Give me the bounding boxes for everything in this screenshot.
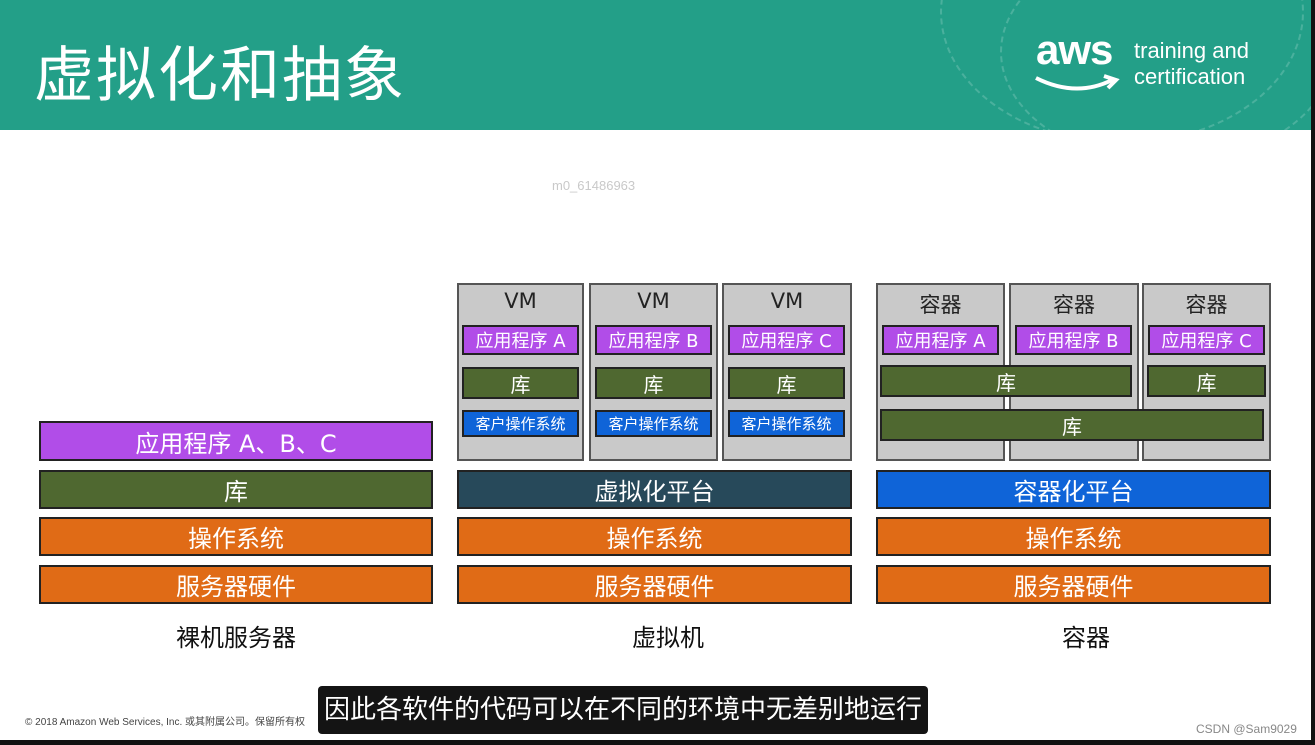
bare-metal-os-layer: 操作系统 bbox=[39, 517, 433, 556]
video-subtitle: 因此各软件的代码可以在不同的环境中无差别地运行 bbox=[318, 686, 929, 734]
vm-title: VM bbox=[504, 289, 537, 313]
bare-metal-hardware-layer: 服务器硬件 bbox=[39, 565, 433, 604]
aws-logo-caption: training and certification bbox=[1134, 38, 1249, 90]
vm-box: VM 应用程序 B 库 客户操作系统 bbox=[589, 283, 718, 461]
container-label: 容器 bbox=[1062, 624, 1110, 652]
vm-os-layer: 操作系统 bbox=[457, 517, 852, 556]
slide-title: 虚拟化和抽象 bbox=[34, 41, 406, 111]
container-app: 应用程序 B bbox=[1015, 325, 1132, 355]
vm-guest-os: 客户操作系统 bbox=[595, 410, 712, 437]
aws-smile-icon bbox=[1035, 74, 1120, 91]
bare-metal-app-layer: 应用程序 A、B、C bbox=[39, 421, 433, 461]
csdn-watermark: CSDN @Sam9029 bbox=[1196, 722, 1297, 736]
aws-logo-text: aws bbox=[1036, 26, 1113, 73]
container-app: 应用程序 C bbox=[1148, 325, 1265, 355]
containerization-platform-layer: 容器化平台 bbox=[876, 470, 1271, 509]
vm-library: 库 bbox=[595, 367, 712, 399]
virtualization-platform-layer: 虚拟化平台 bbox=[457, 470, 852, 509]
logo-line-1: training and bbox=[1134, 38, 1249, 63]
vm-library: 库 bbox=[728, 367, 845, 399]
logo-line-2: certification bbox=[1134, 64, 1246, 89]
vm-guest-os: 客户操作系统 bbox=[462, 410, 579, 437]
bare-metal-library-layer: 库 bbox=[39, 470, 433, 509]
vm-hardware-layer: 服务器硬件 bbox=[457, 565, 852, 604]
container-title: 容器 bbox=[1053, 293, 1095, 317]
vm-guest-os: 客户操作系统 bbox=[728, 410, 845, 437]
container-os-layer: 操作系统 bbox=[876, 517, 1271, 556]
container-library-c: 库 bbox=[1147, 365, 1266, 397]
container-title: 容器 bbox=[919, 293, 962, 317]
copyright-text: © 2018 Amazon Web Services, Inc. 或其附属公司。… bbox=[25, 717, 306, 728]
slide-header: 虚拟化和抽象 aws training and certification bbox=[0, 0, 1311, 130]
watermark: m0_61486963 bbox=[552, 178, 636, 193]
vm-app: 应用程序 A bbox=[462, 325, 579, 355]
frame-edge bbox=[1311, 0, 1315, 745]
vm-box: VM 应用程序 A 库 客户操作系统 bbox=[457, 283, 584, 461]
vm-library: 库 bbox=[462, 367, 579, 399]
container-shared-library: 库 bbox=[880, 409, 1264, 441]
container-app: 应用程序 A bbox=[882, 325, 999, 355]
vm-app: 应用程序 C bbox=[728, 325, 845, 355]
vm-title: VM bbox=[770, 289, 804, 313]
bare-metal-label: 裸机服务器 bbox=[176, 624, 296, 652]
vm-box: VM 应用程序 C 库 客户操作系统 bbox=[722, 283, 852, 461]
vm-title: VM bbox=[637, 289, 670, 313]
container-hardware-layer: 服务器硬件 bbox=[876, 565, 1271, 604]
container-shared-library-ab: 库 bbox=[880, 365, 1132, 397]
slide: 虚拟化和抽象 aws training and certification m0… bbox=[0, 0, 1311, 740]
container-title: 容器 bbox=[1185, 293, 1228, 317]
vm-app: 应用程序 B bbox=[595, 325, 712, 355]
vm-label: 虚拟机 bbox=[632, 624, 704, 652]
